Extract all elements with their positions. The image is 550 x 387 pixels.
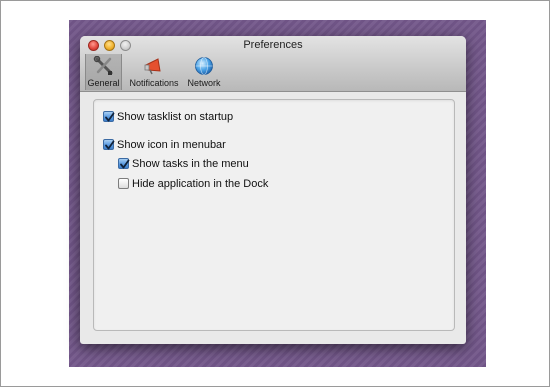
hide-dock-checkbox[interactable] (118, 178, 129, 189)
tab-label-notifications: Notifications (129, 78, 179, 88)
tab-network[interactable]: Network (185, 54, 223, 90)
megaphone-icon (144, 58, 161, 75)
checkmark-icon (105, 112, 115, 122)
show-icon-menubar-label: Show icon in menubar (117, 139, 226, 151)
general-settings-panel (93, 99, 455, 331)
show-tasks-menu-label: Show tasks in the menu (132, 158, 249, 170)
titlebar: Preferences General Notifications Networ… (80, 36, 466, 92)
tab-notifications[interactable]: Notifications (125, 54, 183, 90)
window-title: Preferences (243, 39, 303, 51)
show-tasklist-label: Show tasklist on startup (117, 111, 234, 123)
tab-label-general: General (87, 78, 120, 88)
show-tasks-menu-checkbox[interactable] (118, 158, 130, 169)
tab-label-network: Network (187, 78, 221, 88)
hide-dock-label: Hide application in the Dock (132, 178, 269, 190)
tab-general[interactable]: General (85, 54, 122, 90)
show-tasklist-checkbox[interactable] (103, 111, 115, 122)
tools-icon (93, 56, 112, 75)
checkmark-icon (105, 140, 115, 150)
checkmark-icon (120, 159, 130, 169)
globe-icon (195, 57, 213, 75)
show-icon-menubar-checkbox[interactable] (103, 139, 115, 150)
